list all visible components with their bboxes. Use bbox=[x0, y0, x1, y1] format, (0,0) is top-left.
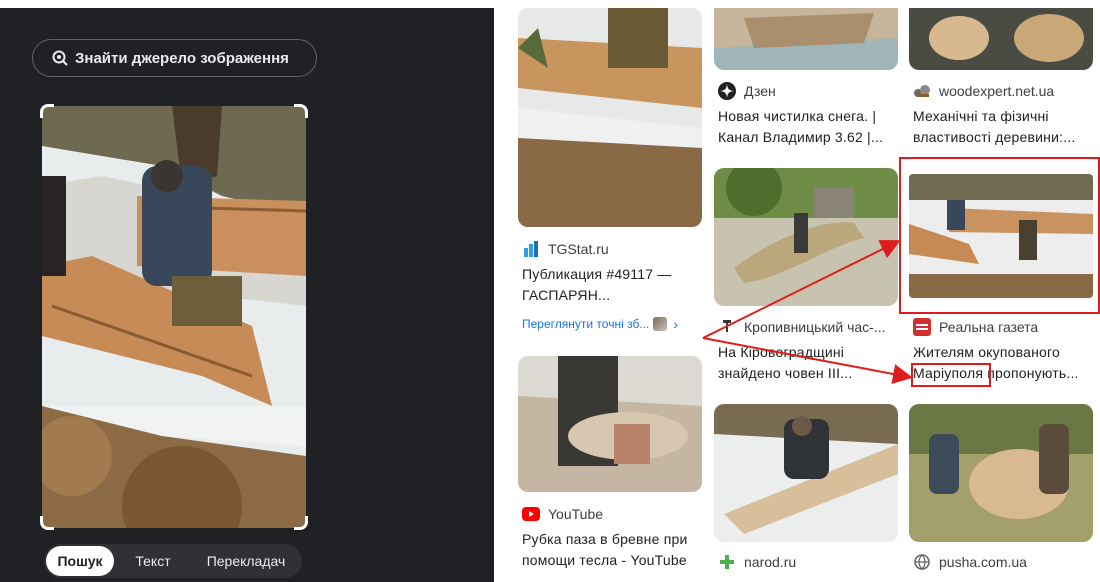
top-band bbox=[0, 0, 1100, 8]
result-title[interactable]: На Кіровоградщині знайдено човен ІІІ... bbox=[718, 342, 894, 386]
crop-corner-top-left[interactable] bbox=[40, 104, 54, 118]
news-site-icon bbox=[718, 318, 736, 336]
result-source[interactable]: YouTube bbox=[522, 505, 692, 523]
result-source[interactable]: TGStat.ru bbox=[522, 240, 692, 258]
tgstat-icon bbox=[522, 240, 540, 258]
crop-corner-bottom-left[interactable] bbox=[40, 516, 54, 530]
view-exact-matches-link[interactable]: Переглянути точні зб... › bbox=[522, 314, 697, 334]
result-title[interactable]: Публикация #49117 — ГАСПАРЯН... bbox=[522, 264, 698, 308]
result-source[interactable]: Реальна газета bbox=[913, 318, 1089, 336]
dzen-icon bbox=[718, 82, 736, 100]
chevron-right-icon: › bbox=[673, 316, 678, 332]
result-title[interactable]: Механічні та фізичні властивості деревин… bbox=[913, 106, 1089, 150]
find-source-label: Знайти джерело зображення bbox=[75, 49, 289, 67]
lens-search-icon bbox=[52, 50, 68, 66]
query-image bbox=[42, 106, 306, 528]
highlight-box-mariupol bbox=[911, 363, 991, 387]
result-source[interactable]: woodexpert.net.ua bbox=[913, 82, 1089, 100]
result-image-youtube[interactable] bbox=[518, 356, 702, 492]
result-image-dzen[interactable] bbox=[714, 8, 898, 70]
match-thumbnail-icon bbox=[653, 317, 668, 331]
crop-corner-top-right[interactable] bbox=[294, 104, 308, 118]
result-image-tgstat[interactable] bbox=[518, 8, 702, 227]
selected-image-preview[interactable] bbox=[40, 104, 308, 530]
result-title[interactable]: Новая чистилка снега. | Канал Владимир 3… bbox=[718, 106, 894, 150]
result-image-woodexpert[interactable] bbox=[909, 8, 1093, 70]
realna-gazeta-icon bbox=[913, 318, 931, 336]
result-image-kropyvnytskyi[interactable] bbox=[714, 168, 898, 306]
lens-mode-switcher: Пошук Текст Перекладач bbox=[44, 544, 302, 578]
result-source[interactable]: narod.ru bbox=[718, 553, 894, 571]
result-image-narod[interactable] bbox=[714, 404, 898, 542]
result-image-pusha[interactable] bbox=[909, 404, 1093, 542]
result-source[interactable]: pusha.com.ua bbox=[913, 553, 1089, 571]
result-source[interactable]: Дзен bbox=[718, 82, 888, 100]
narod-icon bbox=[718, 553, 736, 571]
crop-corner-bottom-right[interactable] bbox=[294, 516, 308, 530]
result-source[interactable]: Кропивницький час-... bbox=[718, 318, 894, 336]
mode-translate-tab[interactable]: Перекладач bbox=[192, 546, 300, 576]
mode-text-tab[interactable]: Текст bbox=[114, 546, 192, 576]
woodexpert-icon bbox=[913, 82, 931, 100]
result-title[interactable]: Рубка паза в бревне при помощи тесла - Y… bbox=[522, 529, 698, 573]
globe-icon bbox=[913, 553, 931, 571]
lens-left-panel: Знайти джерело зображення Пошук Текст Пе… bbox=[0, 8, 494, 582]
highlight-box-match-image bbox=[899, 157, 1100, 314]
youtube-icon bbox=[522, 505, 540, 523]
find-image-source-button[interactable]: Знайти джерело зображення bbox=[32, 39, 317, 77]
mode-search-tab[interactable]: Пошук bbox=[46, 546, 114, 576]
